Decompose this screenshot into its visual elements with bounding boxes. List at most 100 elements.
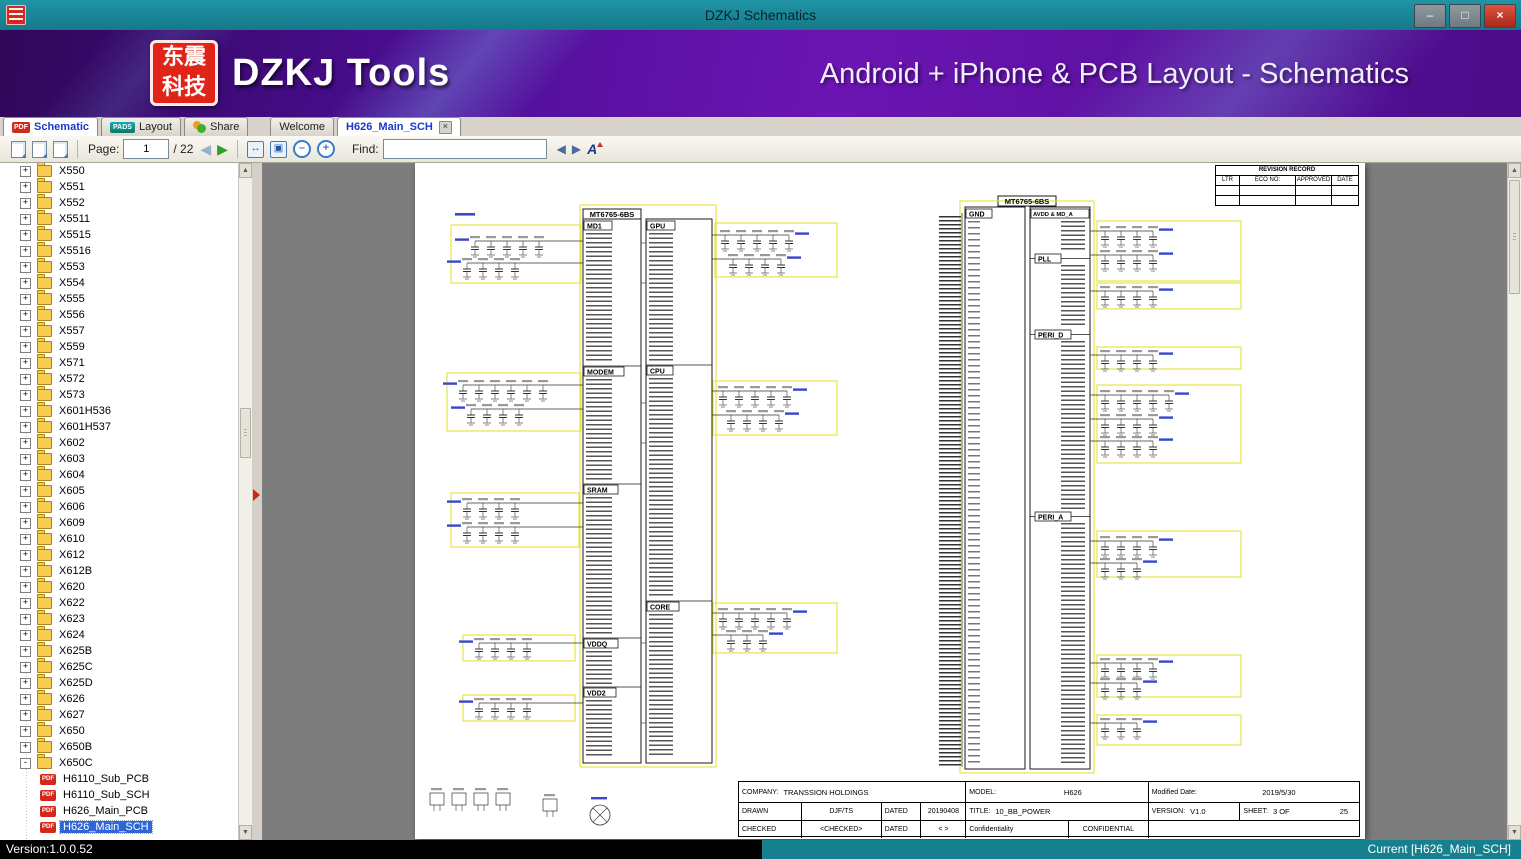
single-page-view-icon[interactable]	[11, 140, 26, 158]
tree-folder-x559[interactable]: + X559	[0, 338, 238, 355]
expand-expander-icon[interactable]: +	[20, 693, 31, 705]
close-button[interactable]: ×	[1484, 4, 1516, 28]
expand-expander-icon[interactable]: +	[20, 293, 31, 305]
tree-folder-x556[interactable]: + X556	[0, 306, 238, 323]
previous-page-button[interactable]: ◀	[200, 141, 211, 158]
doc-tab-h626-main-sch[interactable]: H626_Main_SCH ×	[337, 117, 461, 136]
tree-folder-x623[interactable]: + X623	[0, 610, 238, 627]
expand-expander-icon[interactable]: +	[20, 645, 31, 657]
scroll-up-icon[interactable]: ▲	[239, 163, 252, 178]
expand-expander-icon[interactable]: +	[20, 453, 31, 465]
tree-folder-x606[interactable]: + X606	[0, 498, 238, 515]
find-previous-button[interactable]: ◀	[557, 142, 566, 156]
tree-file-label[interactable]: H6110_Sub_SCH	[60, 789, 153, 801]
tree-folder-label[interactable]: X623	[56, 613, 88, 625]
expand-expander-icon[interactable]: +	[20, 325, 31, 337]
tree-folder-label[interactable]: X612B	[56, 565, 95, 577]
expand-expander-icon[interactable]: +	[20, 661, 31, 673]
tree-folder-x554[interactable]: + X554	[0, 274, 238, 291]
tree-folder-label[interactable]: X5516	[56, 245, 94, 257]
collapse-sidebar-icon[interactable]	[253, 489, 260, 501]
tree-folder-x557[interactable]: + X557	[0, 322, 238, 339]
find-input[interactable]	[382, 139, 547, 159]
tree-folder-label[interactable]: X604	[56, 469, 88, 481]
find-next-button[interactable]: ▶	[572, 142, 581, 156]
tab-layout[interactable]: PADS Layout	[101, 117, 181, 136]
expand-expander-icon[interactable]: +	[20, 245, 31, 257]
expand-expander-icon[interactable]: +	[20, 629, 31, 641]
tree-folder-label[interactable]: X553	[56, 261, 88, 273]
doc-tab-welcome[interactable]: Welcome	[270, 117, 335, 136]
expand-expander-icon[interactable]: +	[20, 501, 31, 513]
expand-expander-icon[interactable]: +	[20, 469, 31, 481]
tree-folder-x620[interactable]: + X620	[0, 578, 238, 595]
tree-folder-x627[interactable]: + X627	[0, 706, 238, 723]
continuous-view-icon[interactable]	[53, 140, 68, 158]
expand-expander-icon[interactable]: +	[20, 517, 31, 529]
expand-expander-icon[interactable]: +	[20, 357, 31, 369]
zoom-in-button[interactable]: +	[316, 140, 335, 158]
tree-folder-x603[interactable]: + X603	[0, 450, 238, 467]
scroll-down-icon[interactable]: ▼	[1508, 825, 1521, 840]
tree-folder-label[interactable]: X625C	[56, 661, 96, 673]
tree-folder-label[interactable]: X557	[56, 325, 88, 337]
tree-folder-label[interactable]: X601H537	[56, 421, 114, 433]
tab-schematic[interactable]: PDF Schematic	[3, 117, 99, 136]
tree-folder-label[interactable]: X552	[56, 197, 88, 209]
expand-expander-icon[interactable]: +	[20, 165, 31, 177]
expand-expander-icon[interactable]: +	[20, 229, 31, 241]
tree-folder-x625d[interactable]: + X625D	[0, 674, 238, 691]
zoom-out-button[interactable]: –	[292, 140, 311, 158]
tree-folder-label[interactable]: X573	[56, 389, 88, 401]
tree-folder-label[interactable]: X551	[56, 181, 88, 193]
tree-folder-x5515[interactable]: + X5515	[0, 226, 238, 243]
tree-file-h6110_sub_sch[interactable]: PDF H6110_Sub_SCH	[0, 787, 238, 803]
expand-expander-icon[interactable]: +	[20, 709, 31, 721]
expand-expander-icon[interactable]: +	[20, 485, 31, 497]
expand-expander-icon[interactable]: +	[20, 421, 31, 433]
tree-folder-label[interactable]: X550	[56, 165, 88, 177]
tree-folder-label[interactable]: X554	[56, 277, 88, 289]
facing-pages-view-icon[interactable]	[32, 140, 47, 158]
tree-folder-label[interactable]: X620	[56, 581, 88, 593]
tree-folder-x551[interactable]: + X551	[0, 178, 238, 195]
tree-folder-label[interactable]: X612	[56, 549, 88, 561]
tree-folder-label[interactable]: X603	[56, 453, 88, 465]
expand-expander-icon[interactable]: +	[20, 389, 31, 401]
tree-folder-label[interactable]: X650	[56, 725, 88, 737]
tree-file-h626_main_sch[interactable]: PDF H626_Main_SCH	[0, 819, 238, 835]
document-scrollbar-thumb[interactable]	[1509, 180, 1520, 294]
tree-folder-x602[interactable]: + X602	[0, 434, 238, 451]
tree-folder-x612b[interactable]: + X612B	[0, 562, 238, 579]
tree-folder-x571[interactable]: + X571	[0, 354, 238, 371]
tree-folder-label[interactable]: X555	[56, 293, 88, 305]
expand-expander-icon[interactable]: +	[20, 597, 31, 609]
expand-expander-icon[interactable]: +	[20, 581, 31, 593]
tree-folder-label[interactable]: X571	[56, 357, 88, 369]
tree-folder-x601h536[interactable]: + X601H536	[0, 402, 238, 419]
tree-file-label[interactable]: H6110_Sub_PCB	[60, 773, 152, 785]
tree-folder-x650c[interactable]: - X650C	[0, 754, 238, 771]
tree-file-h6110_sub_pcb[interactable]: PDF H6110_Sub_PCB	[0, 771, 238, 787]
tree-folder-x555[interactable]: + X555	[0, 290, 238, 307]
tree-folder-x650[interactable]: + X650	[0, 722, 238, 739]
fit-width-button[interactable]: ↔	[246, 140, 264, 158]
expand-expander-icon[interactable]: +	[20, 261, 31, 273]
tree-folder-x625b[interactable]: + X625B	[0, 642, 238, 659]
sidebar-scrollbar[interactable]: ▲ ▼	[238, 163, 252, 840]
tree-folder-label[interactable]: X626	[56, 693, 88, 705]
expand-expander-icon[interactable]: +	[20, 677, 31, 689]
scroll-up-icon[interactable]: ▲	[1508, 163, 1521, 178]
maximize-button[interactable]: □	[1449, 4, 1481, 28]
expand-expander-icon[interactable]: +	[20, 341, 31, 353]
tree-folder-label[interactable]: X622	[56, 597, 88, 609]
scroll-down-icon[interactable]: ▼	[239, 825, 252, 840]
tree-folder-label[interactable]: X605	[56, 485, 88, 497]
tree-folder-x626[interactable]: + X626	[0, 690, 238, 707]
sidebar-scrollbar-thumb[interactable]	[240, 408, 251, 458]
next-page-button[interactable]: ▶	[217, 141, 228, 158]
tree-file-label[interactable]: H626_Main_PCB	[60, 805, 151, 817]
tree-folder-label[interactable]: X625B	[56, 645, 95, 657]
tree-folder-label[interactable]: X625D	[56, 677, 96, 689]
tree-folder-label[interactable]: X559	[56, 341, 88, 353]
